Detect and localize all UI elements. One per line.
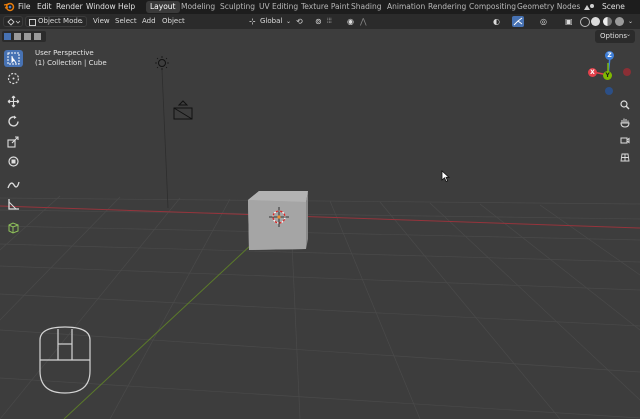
select-new-icon[interactable] (4, 33, 11, 40)
chevron-down-icon: ⌄ (286, 18, 292, 25)
menu-edit[interactable]: Edit (37, 1, 52, 13)
camera-view-button[interactable] (618, 133, 632, 147)
add-menu[interactable]: Add (142, 16, 156, 27)
scene-selector[interactable]: Scene (602, 1, 625, 13)
chevron-down-icon[interactable]: ⌄ (628, 16, 633, 27)
gizmo-y-axis[interactable]: Y (603, 71, 612, 80)
wireframe-shading-icon[interactable] (580, 17, 590, 27)
blender-logo-icon[interactable] (3, 1, 15, 13)
measure-icon (8, 199, 19, 210)
transform-tool[interactable] (4, 153, 23, 170)
view-menu[interactable]: View (93, 16, 110, 27)
transform-orientation-dropdown[interactable]: Global (260, 16, 282, 27)
object-mode-label: Object Mode (38, 17, 83, 25)
gizmo-x-axis[interactable]: X (588, 68, 597, 77)
mouse-pointer-icon (441, 170, 451, 183)
gizmo-z-axis[interactable]: Z (605, 51, 614, 60)
tab-texture-paint[interactable]: Texture Paint (297, 1, 353, 13)
scene-icon[interactable] (583, 2, 597, 12)
falloff-icon[interactable]: ⋀ (360, 16, 367, 27)
view-perspective-label: User Perspective (35, 49, 94, 57)
snap-icon[interactable]: ⊚ (315, 16, 322, 27)
rendered-shading-icon[interactable] (615, 17, 624, 26)
pivot-point-icon[interactable]: ⟲ (296, 16, 303, 27)
menu-file[interactable]: File (18, 1, 31, 13)
chevron-down-icon: ⌄ (626, 31, 632, 38)
proportional-edit-icon[interactable]: ◉ (347, 16, 354, 27)
material-shading-icon[interactable] (603, 17, 612, 26)
move-tool[interactable] (4, 93, 23, 110)
zoom-button[interactable] (618, 98, 632, 112)
options-label: Options (600, 32, 628, 40)
tab-layout[interactable]: Layout (146, 1, 180, 13)
xray-icon[interactable]: ▣ (565, 16, 573, 27)
gizmo-toggle-button[interactable] (512, 16, 524, 27)
cube-object[interactable] (246, 190, 310, 252)
transform-icon (8, 156, 19, 167)
viewport-grid[interactable] (0, 29, 640, 419)
scale-icon (7, 136, 19, 148)
tab-modeling[interactable]: Modeling (177, 1, 219, 13)
camera-object-icon[interactable] (172, 100, 194, 122)
select-box-tool[interactable] (4, 50, 23, 67)
editor-type-icon (7, 18, 21, 26)
gizmo-icon (513, 17, 523, 26)
tab-sculpting[interactable]: Sculpting (216, 1, 259, 13)
select-extend-icon[interactable] (14, 33, 21, 40)
tab-uv-editing[interactable]: UV Editing (255, 1, 302, 13)
snap-target-icon[interactable]: ⦙⦙⦙ (327, 16, 332, 27)
rotate-icon (8, 115, 19, 127)
mouse-hint-icon (39, 326, 91, 394)
select-mode-group (2, 31, 46, 42)
mode-icon (29, 19, 36, 26)
solid-shading-icon[interactable] (591, 17, 600, 26)
measure-tool[interactable] (4, 196, 23, 213)
hand-pan-icon (620, 118, 630, 128)
scale-tool[interactable] (4, 133, 23, 150)
options-dropdown[interactable]: Options ⌄ (595, 30, 635, 43)
tab-rendering[interactable]: Rendering (424, 1, 470, 13)
move-icon (7, 95, 20, 108)
grid-view-icon (620, 153, 630, 162)
chevron-down-icon: ⌄ (79, 18, 85, 25)
top-menu-bar: File Edit Render Window Help Layout Mode… (0, 0, 640, 14)
light-line (161, 70, 169, 209)
tab-compositing[interactable]: Compositing (465, 1, 520, 13)
object-mode-dropdown[interactable]: Object Mode ⌄ (25, 16, 87, 27)
add-cube-tool[interactable] (4, 219, 23, 236)
overlays-icon[interactable]: ◎ (540, 16, 547, 27)
menu-render[interactable]: Render (56, 1, 83, 13)
cursor-tool[interactable] (4, 70, 23, 87)
select-box-icon (7, 52, 20, 65)
cursor-icon (7, 72, 20, 85)
active-collection-label: (1) Collection | Cube (35, 59, 107, 67)
select-menu[interactable]: Select (115, 16, 137, 27)
orientation-icon: ⊹ (249, 17, 256, 26)
pan-button[interactable] (618, 116, 632, 130)
zoom-icon (620, 100, 630, 110)
annotate-icon (7, 181, 20, 189)
select-subtract-icon[interactable] (24, 33, 31, 40)
perspective-toggle-button[interactable] (618, 150, 632, 164)
visibility-icon[interactable]: ◐ (493, 16, 500, 27)
menu-help[interactable]: Help (118, 1, 135, 13)
add-cube-icon (8, 222, 19, 234)
select-intersect-icon[interactable] (34, 33, 41, 40)
camera-view-icon (620, 137, 630, 144)
tab-geometry-nodes[interactable]: Geometry Nodes (513, 1, 584, 13)
viewport-header: Object Mode ⌄ View Select Add Object ⊹ G… (0, 14, 640, 29)
tab-shading[interactable]: Shading (347, 1, 385, 13)
menu-window[interactable]: Window (86, 1, 116, 13)
tab-animation[interactable]: Animation (383, 1, 429, 13)
editor-type-button[interactable] (3, 16, 23, 27)
rotate-tool[interactable] (4, 113, 23, 130)
annotate-tool[interactable] (4, 176, 23, 193)
object-menu[interactable]: Object (162, 16, 185, 27)
